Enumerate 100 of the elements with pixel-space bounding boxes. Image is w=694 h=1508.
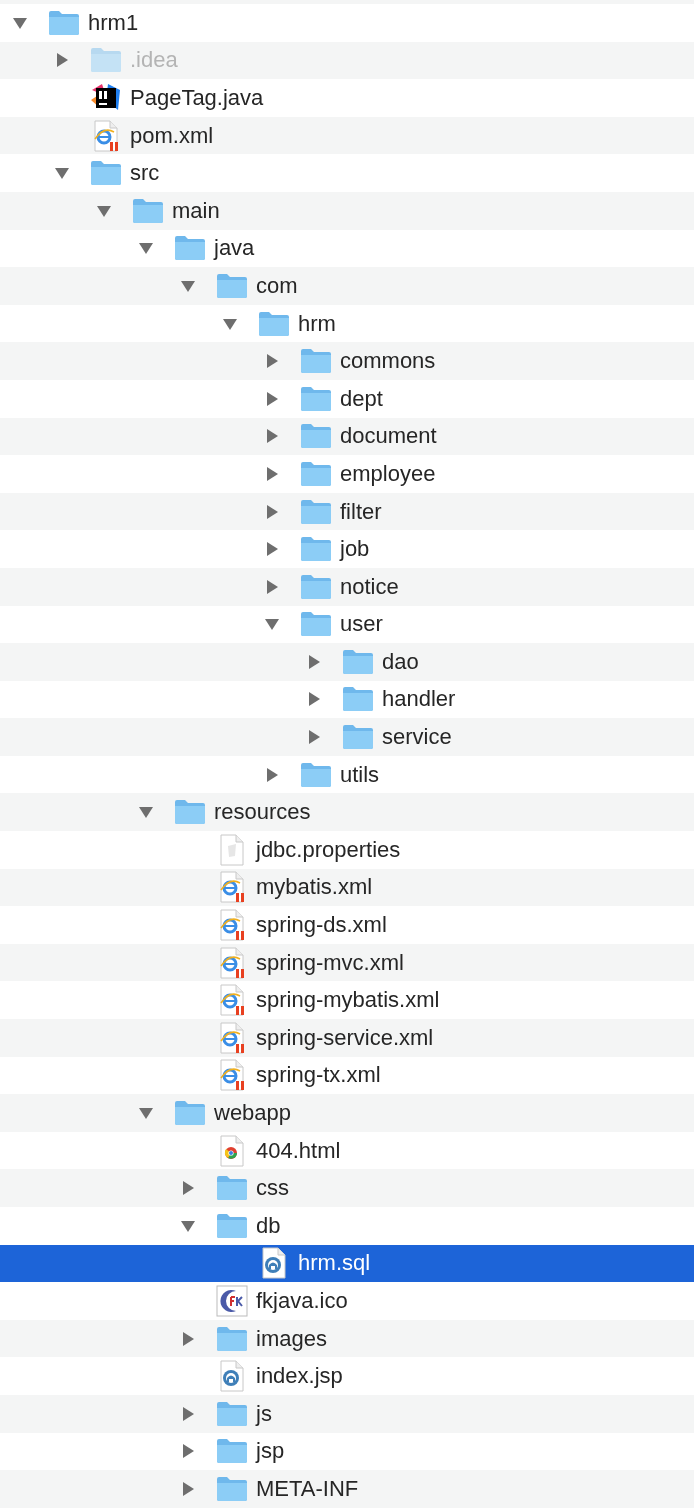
- disclosure-triangle-icon[interactable]: [180, 1480, 196, 1497]
- file-name: employee: [340, 460, 436, 487]
- tree-row[interactable]: filter: [0, 492, 694, 531]
- tree-row[interactable]: main: [0, 191, 694, 230]
- file-name: resources: [214, 799, 311, 826]
- tree-row[interactable]: resources: [0, 793, 694, 832]
- disclosure-triangle-icon[interactable]: [138, 1105, 154, 1121]
- folder-icon: [216, 1400, 248, 1427]
- file-name: spring-mvc.xml: [256, 949, 404, 976]
- tree-row[interactable]: META-INF: [0, 1470, 694, 1508]
- file-name: 404.html: [256, 1137, 341, 1164]
- file-name: css: [256, 1175, 289, 1202]
- folder-icon: [300, 423, 332, 450]
- folder-icon: [132, 197, 164, 224]
- file-name: spring-tx.xml: [256, 1062, 381, 1089]
- folder-icon: [342, 686, 374, 713]
- folder-icon: [48, 9, 80, 36]
- tree-row[interactable]: hrm.sql: [0, 1244, 694, 1283]
- file-name: spring-mybatis.xml: [256, 987, 440, 1014]
- file-name: java: [214, 235, 255, 262]
- tree-row[interactable]: images: [0, 1319, 694, 1358]
- file-name: spring-service.xml: [256, 1024, 434, 1051]
- disclosure-triangle-icon[interactable]: [54, 52, 70, 69]
- file-name: fkjava.ico: [256, 1288, 348, 1314]
- file-name: main: [172, 197, 220, 224]
- file-name: webapp: [214, 1100, 292, 1126]
- file-name: jsp: [256, 1438, 285, 1465]
- disclosure-triangle-icon[interactable]: [264, 766, 280, 783]
- disclosure-triangle-icon[interactable]: [180, 1405, 196, 1422]
- folder-icon: [258, 310, 290, 337]
- tree-row[interactable]: document: [0, 417, 694, 456]
- disclosure-triangle-icon[interactable]: [264, 503, 280, 520]
- folder-icon: [216, 1325, 248, 1352]
- folder-icon: [300, 536, 332, 563]
- file-name: hrm: [298, 310, 336, 337]
- disclosure-triangle-icon[interactable]: [264, 353, 280, 370]
- file-name: user: [340, 611, 383, 638]
- file-name: js: [256, 1400, 272, 1427]
- file-name: com: [256, 272, 298, 299]
- folder-icon: [300, 348, 332, 375]
- file-name: hrm1: [88, 9, 139, 36]
- tree-row[interactable]: pom.xml: [0, 116, 694, 155]
- disclosure-triangle-icon[interactable]: [264, 390, 280, 407]
- folder-icon: [300, 573, 332, 600]
- file-name: index.jsp: [256, 1363, 343, 1390]
- folder-icon: [300, 498, 332, 525]
- disclosure-triangle-icon[interactable]: [306, 729, 322, 746]
- folder-icon: [216, 1212, 248, 1239]
- tree-row[interactable]: spring-mvc.xml: [0, 943, 694, 982]
- folder-icon: [300, 611, 332, 638]
- tree-row[interactable]: webapp: [0, 1094, 694, 1132]
- tree-row[interactable]: dao: [0, 643, 694, 681]
- disclosure-triangle-icon[interactable]: [264, 541, 280, 558]
- tree-row[interactable]: notice: [0, 567, 694, 606]
- file-name: utils: [340, 761, 380, 788]
- folder-icon: [174, 1100, 206, 1126]
- folder-icon: [216, 272, 248, 299]
- folder-icon: [216, 1475, 248, 1502]
- disclosure-triangle-icon[interactable]: [264, 578, 280, 595]
- disclosure-triangle-icon[interactable]: [180, 1330, 196, 1347]
- file-name: PageTag.java: [130, 85, 264, 111]
- tree-row[interactable]: commons: [0, 342, 694, 380]
- folder-icon: [174, 235, 206, 262]
- disclosure-triangle-icon[interactable]: [306, 691, 322, 708]
- folder-icon: [342, 648, 374, 675]
- folder-icon: [300, 460, 332, 487]
- file-name: spring-ds.xml: [256, 912, 387, 939]
- folder-icon: [90, 47, 122, 74]
- disclosure-triangle-icon[interactable]: [264, 428, 280, 445]
- file-name: commons: [340, 348, 436, 375]
- disclosure-triangle-icon[interactable]: [180, 1180, 196, 1197]
- file-name: images: [256, 1325, 327, 1352]
- file-name: META-INF: [256, 1475, 359, 1502]
- folder-icon: [300, 385, 332, 412]
- file-name: dao: [382, 648, 419, 675]
- file-name: filter: [340, 498, 382, 525]
- tree-row[interactable]: mybatis.xml: [0, 868, 694, 907]
- tree-row[interactable]: com: [0, 267, 694, 305]
- file-name: db: [256, 1212, 281, 1239]
- file-name: job: [340, 536, 370, 563]
- file-name: mybatis.xml: [256, 874, 373, 901]
- folder-icon: [300, 761, 332, 788]
- folder-icon: [90, 160, 122, 187]
- image-file-icon: [216, 1285, 248, 1317]
- file-name: service: [382, 724, 452, 751]
- file-name: dept: [340, 385, 383, 412]
- disclosure-triangle-icon[interactable]: [180, 1443, 196, 1460]
- disclosure-triangle-icon[interactable]: [306, 653, 322, 670]
- folder-icon: [216, 1175, 248, 1202]
- tree-row[interactable]: js: [0, 1394, 694, 1433]
- file-name: document: [340, 423, 437, 450]
- file-name: handler: [382, 686, 456, 713]
- folder-icon: [342, 724, 374, 751]
- disclosure-triangle-icon[interactable]: [264, 465, 280, 482]
- tree-row[interactable]: spring-service.xml: [0, 1019, 694, 1057]
- file-name: pom.xml: [130, 122, 214, 149]
- tree-row[interactable]: service: [0, 718, 694, 756]
- file-name: hrm.sql: [298, 1250, 371, 1277]
- tree-row[interactable]: css: [0, 1169, 694, 1207]
- file-name: src: [130, 160, 160, 187]
